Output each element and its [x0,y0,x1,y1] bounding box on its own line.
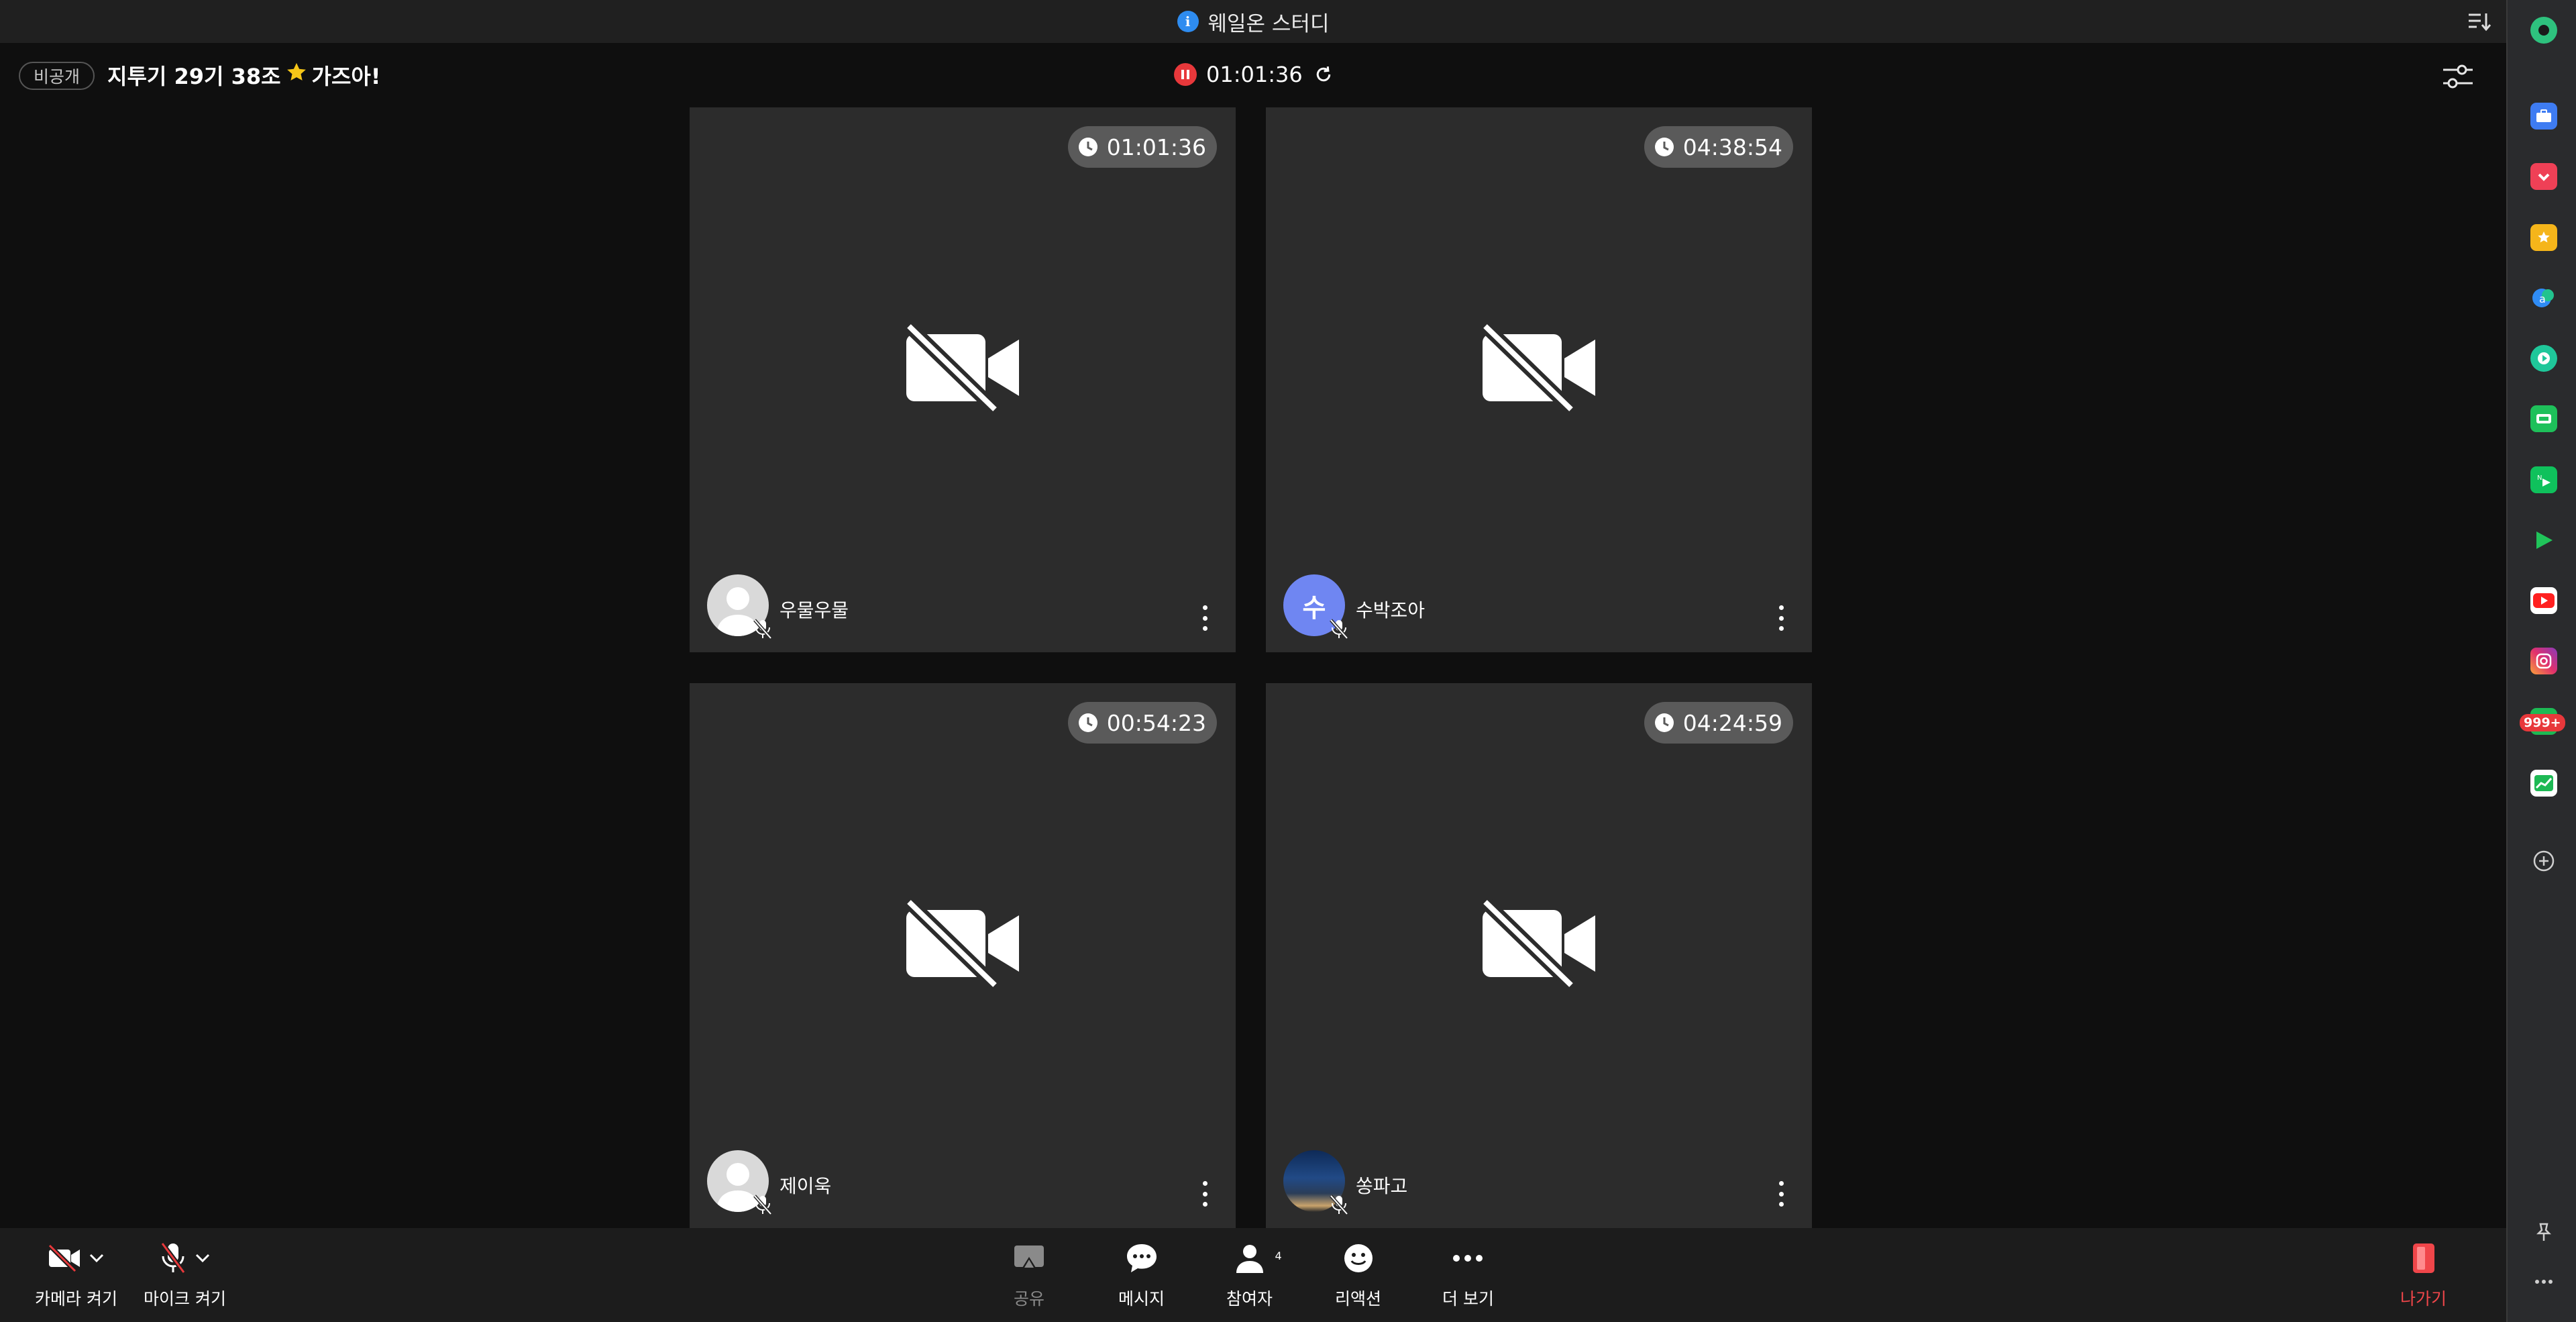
participants-count: 4 [1275,1250,1282,1262]
clock-icon [1078,138,1097,156]
bottom-toolbar: 카메라 켜기 마이크 켜기 공유 메시지 4 참여자 리액션 더 보기 나가기 [0,1228,2506,1322]
vertical-more-icon[interactable] [1777,1181,1785,1207]
svg-text:a: a [2539,293,2546,305]
mic-muted-icon [1330,619,1348,640]
study-time-badge: 04:38:54 [1644,126,1793,168]
briefcase-icon[interactable] [2530,103,2557,130]
session-header: 비공개 지투기 29기 38조 가즈아! 01:01:36 [0,43,2506,107]
smiley-icon [1344,1244,1373,1272]
participant-name: 우물우물 [780,599,849,621]
participant-tile[interactable]: 01:01:36 우물우물 [690,107,1236,652]
share-label: 공유 [1013,1289,1044,1309]
reaction-label: 리액션 [1335,1289,1382,1309]
window-title: 웨일온 스터디 [1208,11,1330,36]
exit-door-icon [2412,1243,2434,1273]
participants-label: 참여자 [1226,1289,1273,1309]
more-dots-icon [1453,1255,1483,1262]
participant-tile[interactable]: 00:54:23 제이욱 [690,683,1236,1228]
study-time-badge: 00:54:23 [1067,702,1217,744]
settings-sliders-icon[interactable] [2442,62,2474,91]
mic-toggle-label: 마이크 켜기 [144,1289,226,1309]
mic-muted-icon [753,1194,772,1215]
mic-off-icon [160,1241,186,1274]
refresh-icon[interactable] [1312,63,1335,86]
study-time-badge: 04:24:59 [1644,702,1793,744]
mic-toggle-button[interactable]: 마이크 켜기 [144,1237,226,1310]
calendar-badge: 999+ [2520,714,2565,731]
info-icon[interactable]: i [1177,11,1199,32]
message-label: 메시지 [1118,1289,1165,1309]
reaction-button[interactable]: 리액션 [1335,1237,1381,1310]
study-time: 00:54:23 [1106,709,1206,736]
stock-chart-icon[interactable] [2530,770,2557,797]
mic-muted-icon [753,619,772,640]
avatar-initial: 수 [1302,593,1326,623]
star-icon [285,61,308,89]
chat-bubble-icon [1126,1244,1157,1272]
vertical-more-icon[interactable] [1201,605,1209,631]
camera-off-icon [905,323,1019,412]
vertical-more-icon[interactable] [1777,605,1785,631]
more-label: 더 보기 [1442,1289,1494,1309]
clock-icon [1078,713,1097,732]
translate-icon[interactable]: a [2530,285,2557,311]
vertical-more-icon[interactable] [1201,1181,1209,1207]
participant-name: 수박조아 [1356,599,1426,621]
instagram-icon[interactable] [2530,648,2557,674]
play-store-icon[interactable] [2530,527,2557,554]
pause-recording-icon[interactable] [1174,63,1197,86]
window-title-group[interactable]: i 웨일온 스터디 [1177,7,1330,37]
leave-button[interactable]: 나가기 [2400,1237,2447,1310]
participant-name: 제이욱 [780,1175,832,1197]
mic-muted-icon [1330,1194,1348,1215]
svg-text:N: N [2537,474,2542,482]
message-button[interactable]: 메시지 [1118,1237,1165,1310]
elapsed-time: 01:01:36 [1206,62,1303,87]
participant-name: 쏭파고 [1356,1175,1408,1197]
camera-toggle-button[interactable]: 카메라 켜기 [35,1237,117,1310]
camera-off-icon [1481,323,1595,412]
whale-logo-icon[interactable] [2530,17,2557,44]
clock-icon [1654,713,1674,732]
chevron-down-icon[interactable] [195,1253,211,1264]
more-button[interactable]: 더 보기 [1442,1237,1494,1310]
green-shopping-icon[interactable] [2530,405,2557,432]
study-time: 04:24:59 [1682,709,1782,736]
screen-share-icon [1014,1245,1044,1268]
media-play-icon[interactable] [2530,345,2557,372]
bookmark-star-icon[interactable] [2530,224,2557,251]
camera-off-icon [905,899,1019,988]
participant-tile[interactable]: 04:38:54 수 수박조아 [1266,107,1812,652]
share-button[interactable]: 공유 [1013,1237,1045,1310]
sort-icon[interactable] [2466,8,2493,35]
camera-toggle-label: 카메라 켜기 [35,1289,117,1309]
camera-off-icon [48,1243,80,1273]
study-time: 04:38:54 [1682,134,1782,160]
chevron-down-icon[interactable] [89,1253,105,1264]
participants-button[interactable]: 4 참여자 [1226,1237,1282,1310]
add-icon[interactable] [2530,848,2557,874]
pocket-icon[interactable] [2530,163,2557,190]
study-time: 01:01:36 [1106,134,1206,160]
more-icon[interactable] [2530,1268,2557,1295]
room-name-suffix: 가즈아! [311,64,381,89]
participant-tile[interactable]: 04:24:59 쏭파고 [1266,683,1812,1228]
privacy-badge: 비공개 [19,62,95,90]
pin-icon[interactable] [2530,1219,2557,1245]
naver-tv-icon[interactable]: N [2530,466,2557,493]
study-time-badge: 01:01:36 [1067,126,1217,168]
youtube-icon[interactable] [2530,587,2557,614]
room-name-text: 지투기 29기 38조 [107,64,281,89]
recording-timer: 01:01:36 [1174,62,1335,87]
camera-off-icon [1481,899,1595,988]
clock-icon [1654,138,1674,156]
browser-sidebar: a N 999+ [2506,0,2576,1322]
window-titlebar: i 웨일온 스터디 [0,0,2506,43]
leave-label: 나가기 [2400,1289,2447,1309]
room-name: 지투기 29기 38조 가즈아! [107,60,380,91]
person-icon [1236,1245,1263,1273]
